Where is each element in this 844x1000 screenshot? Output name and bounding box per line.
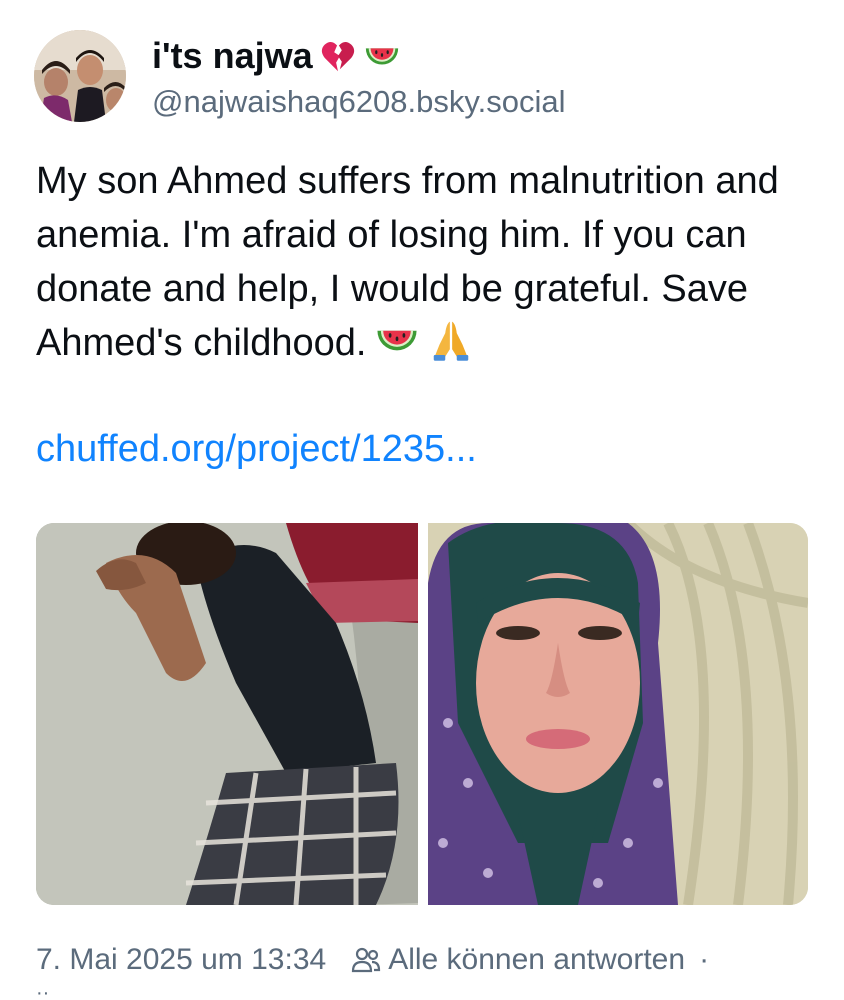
author-display-name[interactable]: i'ts najwa	[152, 34, 313, 78]
child-sleeping-photo[interactable]	[36, 523, 418, 905]
avatar[interactable]	[34, 30, 126, 122]
watermelon-emoji	[377, 330, 418, 351]
trailing-dots: ··	[36, 982, 50, 1000]
folded-hands-emoji	[434, 321, 469, 361]
separator-dot: ·	[699, 943, 710, 976]
people-icon	[352, 947, 381, 973]
author-name-row[interactable]: i'ts najwa	[152, 34, 401, 78]
broken-heart-emoji	[321, 41, 354, 72]
post-card: i'ts najwa @najwaishaq6208.bsky.social M…	[0, 0, 844, 1000]
woman-hijab-selfie-photo[interactable]	[428, 523, 808, 905]
watermelon-emoji	[365, 48, 398, 65]
external-link[interactable]: chuffed.org/project/1235...	[36, 424, 477, 474]
reply-setting[interactable]: Alle können antworten	[388, 938, 685, 982]
post-body: My son Ahmed suffers from malnutrition a…	[36, 154, 826, 370]
author-handle[interactable]: @najwaishaq6208.bsky.social	[152, 82, 565, 122]
post-footer: 7. Mai 2025 um 13:34 Alle können antwort…	[36, 938, 709, 982]
timestamp[interactable]: 7. Mai 2025 um 13:34	[36, 938, 326, 982]
